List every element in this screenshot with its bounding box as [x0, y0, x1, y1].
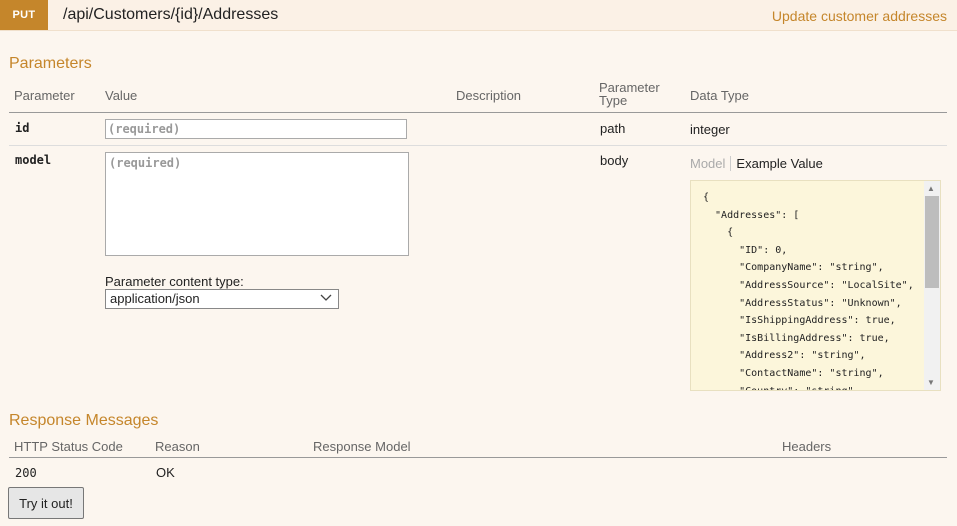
col-header-data-type: Data Type — [690, 88, 750, 103]
row-divider — [9, 145, 947, 146]
param-name-id: id — [15, 121, 30, 135]
content-type-label: Parameter content type: — [105, 274, 244, 289]
example-json: { "Addresses": [ { "ID": 0, "CompanyName… — [703, 192, 914, 390]
id-input[interactable] — [105, 119, 407, 139]
operation-path-link[interactable]: /api/Customers/{id}/Addresses — [63, 6, 278, 24]
scroll-thumb[interactable] — [925, 196, 939, 288]
data-type-id: integer — [690, 122, 730, 137]
parameters-title: Parameters — [9, 55, 92, 72]
param-type-id: path — [600, 121, 626, 136]
col-header-reason: Reason — [155, 439, 200, 454]
response-reason: OK — [156, 465, 175, 480]
tab-model[interactable]: Model — [690, 156, 725, 171]
col-header-description: Description — [456, 88, 522, 103]
col-header-parameter-type: Parameter Type — [599, 80, 660, 108]
response-messages-title: Response Messages — [9, 412, 159, 429]
operation-header[interactable]: PUT /api/Customers/{id}/Addresses Update… — [0, 0, 957, 31]
operation-summary-link[interactable]: Update customer addresses — [772, 8, 947, 24]
content-type-selected: application/json — [110, 291, 200, 306]
col-header-value: Value — [105, 88, 138, 103]
param-type-model: body — [600, 153, 629, 168]
param-name-model: model — [15, 153, 52, 167]
responses-header-divider — [9, 457, 947, 458]
scroll-up-icon[interactable]: ▲ — [927, 184, 935, 193]
example-value-box[interactable]: { "Addresses": [ { "ID": 0, "CompanyName… — [690, 180, 941, 391]
model-textarea[interactable] — [105, 152, 409, 256]
response-status-200: 200 — [15, 466, 37, 480]
content-type-select[interactable]: application/json — [105, 289, 339, 309]
col-header-headers: Headers — [782, 439, 832, 454]
parameters-header-divider — [9, 112, 947, 113]
col-header-status: HTTP Status Code — [14, 439, 123, 454]
example-scrollbar[interactable]: ▲ ▼ — [924, 181, 940, 390]
try-it-out-button[interactable]: Try it out! — [8, 487, 84, 519]
col-header-response-model: Response Model — [313, 439, 411, 454]
chevron-down-icon — [320, 292, 332, 305]
scroll-down-icon[interactable]: ▼ — [927, 378, 935, 387]
signature-tabs: Model Example Value — [690, 156, 823, 171]
tab-example-value[interactable]: Example Value — [730, 156, 823, 171]
col-header-parameter: Parameter — [14, 88, 75, 103]
http-method-badge: PUT — [0, 0, 48, 30]
